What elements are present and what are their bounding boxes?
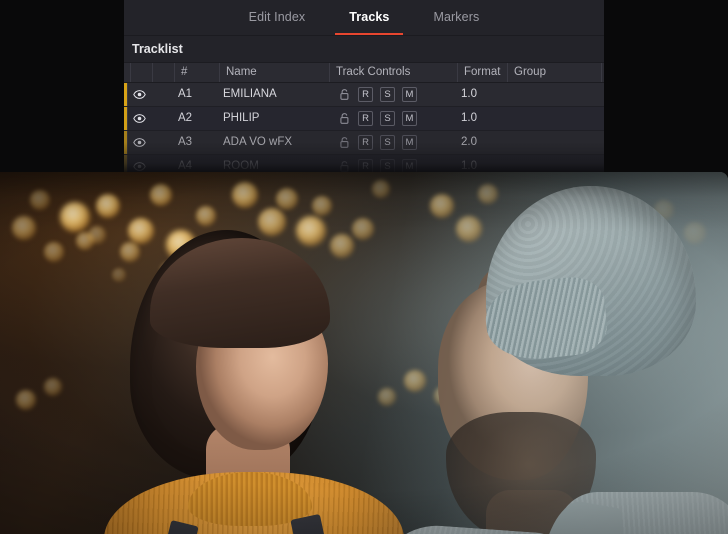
mute-button[interactable]: M — [402, 111, 417, 126]
lock-open-icon[interactable] — [337, 87, 351, 102]
track-index-panel: Edit Index Tracks Markers Tracklist # Na… — [124, 0, 604, 172]
table-row[interactable]: A3 ADA VO wFX R S M 2.0 — [124, 131, 604, 155]
mute-button[interactable]: M — [402, 87, 417, 102]
column-header-color — [124, 63, 131, 82]
record-arm-button[interactable]: R — [358, 135, 373, 150]
track-name[interactable]: ROOM — [217, 155, 327, 172]
table-row[interactable]: A2 PHILIP R S M 1.0 — [124, 107, 604, 131]
column-header-group[interactable]: Group — [508, 63, 602, 82]
table-row[interactable]: A4 ROOM R S M 1.0 — [124, 155, 604, 172]
lock-open-icon[interactable] — [337, 135, 351, 150]
mute-button[interactable]: M — [402, 135, 417, 150]
track-group — [505, 107, 599, 130]
lock-open-icon[interactable] — [337, 159, 351, 172]
track-controls-cell: RSM — [327, 83, 455, 106]
track-format: 1.0 — [461, 88, 477, 100]
track-group — [505, 83, 599, 106]
column-header-visibility — [131, 63, 153, 82]
column-header-format[interactable]: Format — [458, 63, 508, 82]
panel-tab-bar: Edit Index Tracks Markers — [124, 0, 604, 36]
tab-markers[interactable]: Markers — [411, 0, 501, 35]
tab-edit-index[interactable]: Edit Index — [227, 0, 328, 35]
solo-button[interactable]: S — [380, 87, 395, 102]
track-number: A2 — [178, 112, 193, 124]
track-group — [505, 131, 599, 154]
track-format: 1.0 — [461, 160, 477, 172]
eye-icon[interactable] — [128, 83, 150, 106]
column-header-track-controls[interactable]: Track Controls — [330, 63, 458, 82]
track-select-cell[interactable] — [150, 83, 172, 106]
track-name[interactable]: ADA VO wFX — [217, 131, 327, 154]
track-group — [505, 155, 599, 172]
tracklist-title: Tracklist — [124, 36, 604, 63]
track-number: A3 — [178, 136, 193, 148]
eye-icon[interactable] — [128, 155, 150, 172]
column-header-name[interactable]: Name — [220, 63, 330, 82]
track-controls-cell: RSM — [327, 107, 455, 130]
solo-button[interactable]: S — [380, 111, 395, 126]
track-name[interactable]: PHILIP — [217, 107, 327, 130]
app-root: Edit Index Tracks Markers Tracklist # Na… — [0, 0, 728, 534]
eye-icon[interactable] — [128, 131, 150, 154]
track-select-cell[interactable] — [150, 107, 172, 130]
tracklist-rows: A1 EMILIANA R S M 1.0 A2 PHILIP R S M 1.0 A3 ADA VO w… — [124, 83, 604, 172]
track-number: A1 — [178, 88, 193, 100]
solo-button[interactable]: S — [380, 135, 395, 150]
track-name[interactable]: EMILIANA — [217, 83, 327, 106]
track-number: A4 — [178, 160, 193, 172]
eye-icon[interactable] — [128, 107, 150, 130]
column-header-number[interactable]: # — [175, 63, 220, 82]
record-arm-button[interactable]: R — [358, 87, 373, 102]
track-controls-cell: RSM — [327, 155, 455, 172]
track-controls-cell: RSM — [327, 131, 455, 154]
table-row[interactable]: A1 EMILIANA R S M 1.0 — [124, 83, 604, 107]
video-preview-frame[interactable] — [0, 172, 728, 534]
track-select-cell[interactable] — [150, 131, 172, 154]
solo-button[interactable]: S — [380, 159, 395, 172]
track-select-cell[interactable] — [150, 155, 172, 172]
record-arm-button[interactable]: R — [358, 159, 373, 172]
video-top-shade — [0, 172, 728, 534]
tracklist-column-header: # Name Track Controls Format Group — [124, 63, 604, 83]
record-arm-button[interactable]: R — [358, 111, 373, 126]
mute-button[interactable]: M — [402, 159, 417, 172]
track-format: 1.0 — [461, 112, 477, 124]
track-format: 2.0 — [461, 136, 477, 148]
column-header-select — [153, 63, 175, 82]
tab-tracks[interactable]: Tracks — [327, 0, 411, 35]
lock-open-icon[interactable] — [337, 111, 351, 126]
